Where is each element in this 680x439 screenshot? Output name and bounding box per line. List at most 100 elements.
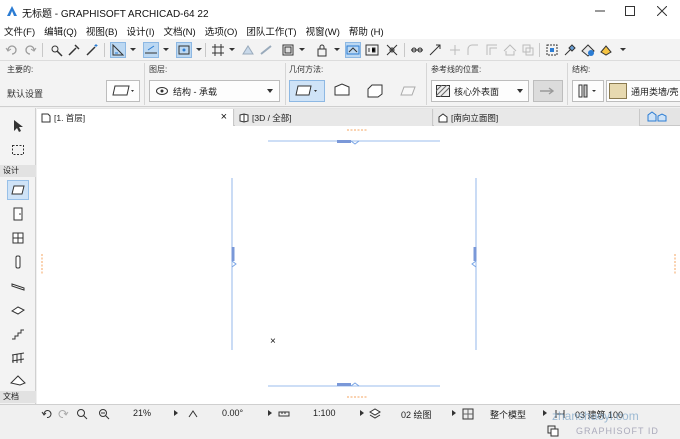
reference-icon[interactable]: [345, 42, 361, 58]
favorites-icon[interactable]: [562, 42, 578, 58]
menu-edit[interactable]: 编辑(Q): [44, 24, 77, 38]
roof-tool-icon[interactable]: [7, 370, 29, 390]
roof-icon[interactable]: [502, 42, 518, 58]
layer-dropdown[interactable]: 结构 - 承载: [149, 80, 280, 102]
menu-view[interactable]: 视图(B): [86, 24, 118, 38]
zoom-back-icon[interactable]: [40, 407, 53, 420]
chevron-down-icon: [267, 89, 273, 93]
window-title: 无标题 - GRAPHISOFT ARCHICAD-64 22: [22, 9, 209, 20]
maximize-button[interactable]: [614, 0, 646, 22]
menu-file[interactable]: 文件(F): [4, 24, 35, 38]
wall-settings-button[interactable]: [106, 80, 140, 102]
solid-ops-icon[interactable]: [520, 42, 536, 58]
scale-value[interactable]: 1:100: [313, 408, 336, 418]
tab-3d-view[interactable]: [3D / 全部]: [235, 109, 433, 126]
grid-snap-icon[interactable]: [210, 42, 226, 58]
view-map-button[interactable]: [643, 110, 673, 124]
elevation-icon: [438, 112, 448, 123]
rotation-angle-value[interactable]: 0.00°: [222, 408, 243, 418]
snap-points-icon[interactable]: [176, 42, 192, 58]
layer-combination-icon[interactable]: [368, 407, 381, 420]
scale-icon[interactable]: [277, 407, 290, 420]
rotate-view-icon[interactable]: [186, 407, 199, 420]
render-icon[interactable]: [598, 42, 614, 58]
tab-south-elevation-label: [南向立面图]: [451, 112, 499, 123]
layer-settings-icon[interactable]: [280, 42, 296, 58]
pen-set-value[interactable]: 02 绘图: [401, 408, 432, 421]
design-section-label: 设计: [0, 165, 36, 177]
reference-line-label: 参考线的位置:: [431, 65, 482, 74]
scale-icon[interactable]: [364, 42, 380, 58]
undo-icon[interactable]: [4, 42, 20, 58]
window-layout-icon[interactable]: [546, 424, 559, 437]
zoom-icon[interactable]: [75, 407, 88, 420]
geometry-curved-button[interactable]: [394, 80, 422, 102]
intersect-icon[interactable]: [447, 42, 463, 58]
model-view-value[interactable]: 整个模型: [490, 408, 526, 421]
layer-label: 图层:: [149, 65, 168, 74]
eyedropper-icon[interactable]: [66, 42, 82, 58]
guide-lines-icon[interactable]: [110, 42, 126, 58]
zoom-forward-icon[interactable]: [56, 407, 69, 420]
default-settings-label: 默认设置: [7, 89, 44, 99]
split-icon[interactable]: [409, 42, 425, 58]
reference-line-dropdown[interactable]: 核心外表面: [431, 80, 529, 102]
watermark-site: zhanshaoyi.com: [552, 409, 639, 423]
lock-icon[interactable]: [314, 42, 330, 58]
zoom-value[interactable]: 21%: [133, 408, 151, 418]
redo-icon[interactable]: [22, 42, 38, 58]
suspend-groups-icon[interactable]: [240, 42, 256, 58]
minimize-button[interactable]: [584, 0, 616, 22]
floor-plan-canvas[interactable]: ×: [37, 126, 680, 404]
stair-tool-icon[interactable]: [7, 324, 29, 344]
offset-icon[interactable]: [484, 42, 500, 58]
model-view-icon[interactable]: [461, 407, 474, 420]
reference-line-value: 核心外表面: [454, 86, 500, 97]
wall-tool-icon[interactable]: [7, 180, 29, 200]
geometry-polygon-button[interactable]: [361, 80, 389, 102]
slab-tool-icon[interactable]: [7, 300, 29, 320]
railing-tool-icon[interactable]: [7, 348, 29, 368]
surface-painter-icon[interactable]: [580, 42, 596, 58]
door-tool-icon[interactable]: [7, 204, 29, 224]
menu-options[interactable]: 选项(O): [205, 24, 238, 38]
reference-offset-button[interactable]: [533, 80, 563, 102]
menu-help[interactable]: 帮助 (H): [349, 24, 384, 38]
geometry-trapezoid-button[interactable]: [328, 80, 356, 102]
tab-south-elevation[interactable]: [南向立面图]: [434, 109, 640, 126]
structure-type-button[interactable]: [572, 80, 604, 102]
pick-up-parameters-icon[interactable]: [48, 42, 64, 58]
snap-guides-icon[interactable]: [143, 42, 159, 58]
document-section-label: 文档: [0, 391, 36, 403]
building-material-dropdown[interactable]: 通用类墙/壳: [606, 80, 680, 102]
archicad-logo-icon: [6, 5, 18, 17]
marquee-tool-icon[interactable]: [7, 140, 29, 160]
adjust-icon[interactable]: [427, 42, 443, 58]
group-icon[interactable]: [544, 42, 560, 58]
standard-toolbar: [0, 39, 680, 61]
magic-wand-icon[interactable]: [84, 42, 100, 58]
column-tool-icon[interactable]: [7, 252, 29, 272]
tab-3d-view-label: [3D / 全部]: [252, 112, 292, 123]
right-boundary-guide: [471, 178, 477, 350]
close-tab-icon[interactable]: ×: [221, 111, 227, 123]
fit-window-icon[interactable]: [384, 42, 400, 58]
main-label: 主要的:: [7, 65, 34, 74]
menu-design[interactable]: 设计(I): [127, 24, 155, 38]
watermark-brand: GRAPHISOFT ID: [576, 426, 659, 436]
trace-icon[interactable]: [258, 42, 274, 58]
fillet-icon[interactable]: [465, 42, 481, 58]
structure-label: 结构:: [572, 65, 591, 74]
floor-plan-icon: [41, 113, 51, 123]
menu-document[interactable]: 文档(N): [164, 24, 196, 38]
tab-floor-plan[interactable]: [1. 首层] ×: [37, 109, 234, 126]
arrow-tool-icon[interactable]: [7, 116, 29, 136]
close-window-button[interactable]: [646, 0, 678, 22]
geometry-straight-button[interactable]: [289, 80, 325, 102]
menu-teamwork[interactable]: 团队工作(T): [246, 24, 296, 38]
window-tool-icon[interactable]: [7, 228, 29, 248]
menu-window[interactable]: 视窗(W): [306, 24, 340, 38]
fit-in-window-icon[interactable]: [97, 407, 110, 420]
info-box: 主要的: 默认设置 图层: 结构 - 承载 几何方法: 参考线的位置: 核心外表…: [0, 61, 680, 107]
beam-tool-icon[interactable]: [7, 276, 29, 296]
